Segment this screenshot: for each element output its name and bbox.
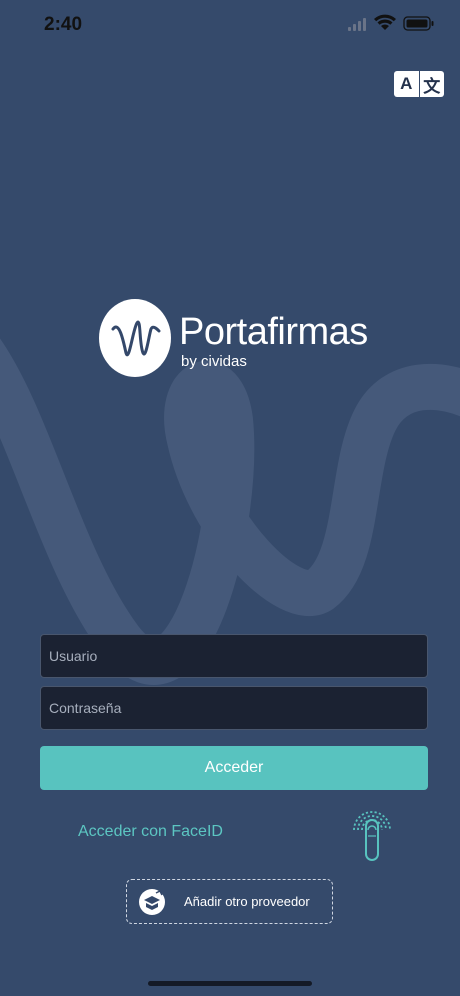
translate-icon-cjk: 文: [418, 71, 444, 97]
login-button[interactable]: Acceder: [40, 746, 428, 790]
home-indicator[interactable]: [148, 981, 312, 986]
provider-badge-icon: [139, 889, 165, 915]
brand-subtitle: by cividas: [181, 353, 247, 370]
translate-icon-latin: A: [394, 71, 419, 97]
translate-button[interactable]: A 文: [394, 71, 444, 97]
login-screen: 2:40 A 文 Portafirmas by cividas Usuario …: [0, 0, 460, 996]
status-icons: [348, 14, 434, 31]
brand-title: Portafirmas: [179, 311, 368, 353]
add-provider-button[interactable]: Añadir otro proveedor: [126, 879, 333, 924]
brand-logo: Portafirmas by cividas: [99, 299, 369, 379]
battery-icon: [403, 16, 434, 31]
signature-logo-icon: [99, 299, 171, 377]
add-provider-label: Añadir otro proveedor: [184, 894, 310, 909]
status-time: 2:40: [44, 14, 83, 35]
fingerprint-icon[interactable]: [349, 806, 395, 862]
username-field[interactable]: [40, 634, 428, 678]
wifi-icon: [374, 14, 396, 30]
signal-icon: [348, 18, 366, 31]
password-field[interactable]: [40, 686, 428, 730]
status-bar: 2:40: [0, 0, 460, 52]
faceid-login-link[interactable]: Acceder con FaceID: [78, 823, 223, 841]
